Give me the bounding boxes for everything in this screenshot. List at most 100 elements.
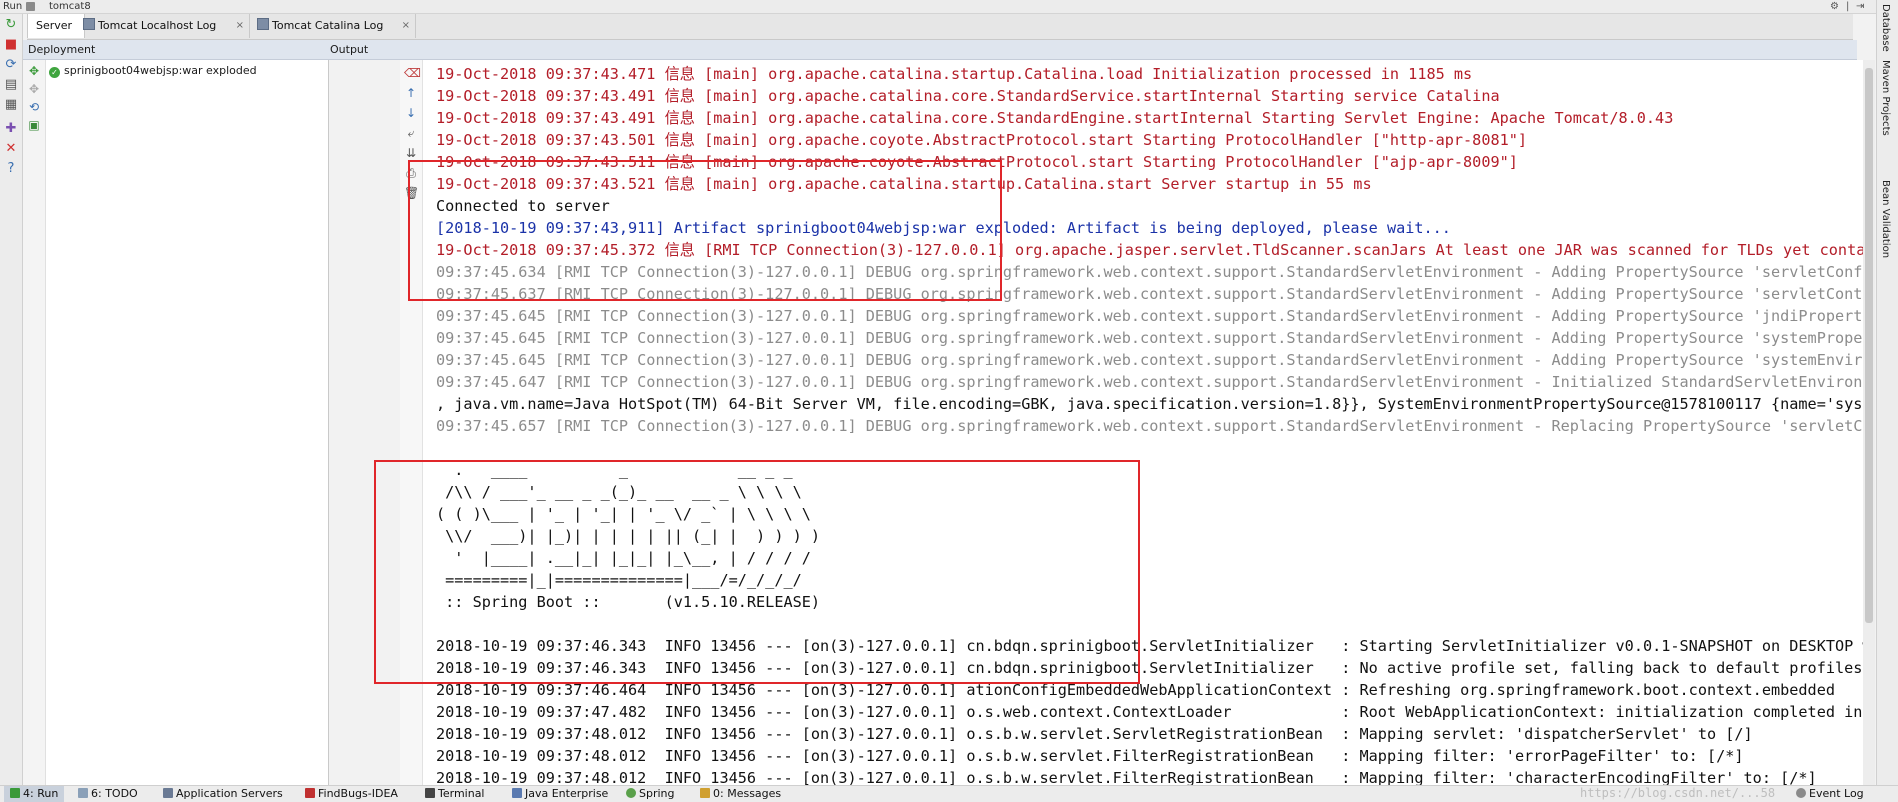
scroll-to-end-icon[interactable]: ⇊ xyxy=(404,146,418,160)
deployment-toolbar: ✥ ✥ ⟲ ▣ xyxy=(23,60,46,785)
tool-spring[interactable]: Spring xyxy=(626,786,675,802)
soft-wrap-icon[interactable]: ⤶ xyxy=(404,126,418,140)
tool-label: 0: Messages xyxy=(713,787,782,800)
tool-label: Application Servers xyxy=(176,787,283,800)
help-icon[interactable]: ? xyxy=(4,162,18,176)
tool-application-servers[interactable]: Application Servers xyxy=(163,786,283,802)
deployed-artifact[interactable]: ✓ sprinigboot04webjsp:war exploded xyxy=(49,64,257,78)
console-line: 09:37:45.645 [RMI TCP Connection(3)-127.… xyxy=(436,307,1863,325)
tab-label: Tomcat Localhost Log xyxy=(98,19,217,32)
tab-tomcat-catalina-log[interactable]: Tomcat Catalina Log × xyxy=(251,14,416,38)
bug-icon xyxy=(305,788,315,798)
watermark-text: https://blog.csdn.net/...58 xyxy=(1580,786,1776,800)
tool-terminal[interactable]: Terminal xyxy=(425,786,485,802)
separator: | xyxy=(1846,1,1850,12)
update-icon[interactable]: ⟳ xyxy=(4,58,18,72)
maven-projects-tool-button[interactable]: Maven Projects xyxy=(1880,60,1891,136)
console-line: . ____ _ __ _ _ xyxy=(436,461,793,479)
console-line: =========|_|==============|___/=/_/_/_/ xyxy=(436,571,802,589)
console-line: 19-Oct-2018 09:37:43.511 信息 [main] org.a… xyxy=(436,153,1518,171)
event-log-icon xyxy=(1796,788,1806,798)
tool-label: Java Enterprise xyxy=(525,787,609,800)
layout-icon[interactable]: ▤ xyxy=(4,78,18,92)
tab-label: Tomcat Catalina Log xyxy=(272,19,384,32)
tool-label: Spring xyxy=(639,787,675,800)
console-line: 2018-10-19 09:37:48.012 INFO 13456 --- [… xyxy=(436,747,1744,765)
bean-validation-tool-button[interactable]: Bean Validation xyxy=(1880,180,1891,258)
console-line: 19-Oct-2018 09:37:43.501 信息 [main] org.a… xyxy=(436,131,1528,149)
console-line: :: Spring Boot :: (v1.5.10.RELEASE) xyxy=(436,593,821,611)
tool-label: Terminal xyxy=(438,787,485,800)
tool-event-log[interactable]: Event Log xyxy=(1796,786,1864,802)
run-config-name: tomcat8 xyxy=(49,1,91,12)
console-line: 2018-10-19 09:37:46.464 INFO 13456 --- [… xyxy=(436,681,1835,699)
title-bar: Run tomcat8 ⚙ | ⇥ xyxy=(0,0,1898,14)
run-toolbar: ↻ ■ ⟳ ▤ ▦ ✚ ✕ ? xyxy=(0,14,23,785)
scrollbar-thumb[interactable] xyxy=(1865,68,1873,623)
arrow-down-icon[interactable]: ↓ xyxy=(404,106,418,120)
console-line: 19-Oct-2018 09:37:43.471 信息 [main] org.a… xyxy=(436,65,1473,83)
console-line: 09:37:45.647 [RMI TCP Connection(3)-127.… xyxy=(436,373,1863,391)
panel-icon[interactable]: ▦ xyxy=(4,98,18,112)
artifact-name: sprinigboot04webjsp:war exploded xyxy=(64,64,257,77)
console-line: [2018-10-19 09:37:43,911] Artifact sprin… xyxy=(436,219,1451,237)
run-tab-row: Server Tomcat Localhost Log × Tomcat Cat… xyxy=(27,14,1853,40)
tab-tomcat-localhost-log[interactable]: Tomcat Localhost Log × xyxy=(77,14,250,38)
console-line: , java.vm.name=Java HotSpot(TM) 64-Bit S… xyxy=(436,395,1863,413)
console-scrollbar[interactable] xyxy=(1863,60,1875,785)
tab-server-label: Server xyxy=(36,19,73,32)
console-line: 2018-10-19 09:37:48.012 INFO 13456 --- [… xyxy=(436,769,1817,785)
arrow-up-icon[interactable]: ↑ xyxy=(404,86,418,100)
pin-icon[interactable]: ✚ xyxy=(4,122,18,136)
output-header: Output xyxy=(326,40,1857,60)
console-line: ( ( )\___ | '_ | '_| | '_ \/ _` | \ \ \ … xyxy=(436,505,811,523)
tool-run-label: 4: Run xyxy=(23,787,59,800)
right-tool-strip: Database Maven Projects Bean Validation xyxy=(1876,0,1898,785)
artifact-icon[interactable]: ▣ xyxy=(27,118,41,132)
console-line: 19-Oct-2018 09:37:45.372 信息 [RMI TCP Con… xyxy=(436,241,1863,259)
deployment-header: Deployment xyxy=(23,40,329,60)
tool-todo[interactable]: 6: TODO xyxy=(78,786,138,802)
tool-java-enterprise[interactable]: Java Enterprise xyxy=(512,786,608,802)
console-output[interactable]: 19-Oct-2018 09:37:43.471 信息 [main] org.a… xyxy=(423,60,1863,785)
output-toolbar: ⌫ ↑ ↓ ⤶ ⇊ ⎙ 🗑 xyxy=(400,60,423,785)
hide-window-icon[interactable]: ⇥ xyxy=(1856,0,1864,13)
console-line: ' |____| .__|_| |_|_| |_\__, | / / / / xyxy=(436,549,811,567)
tool-label: Event Log xyxy=(1809,787,1864,800)
console-line: 19-Oct-2018 09:37:43.521 信息 [main] org.a… xyxy=(436,175,1372,193)
trash-icon[interactable]: 🗑 xyxy=(404,186,419,200)
close-icon[interactable]: ✕ xyxy=(4,142,18,156)
spring-icon xyxy=(626,788,636,798)
refresh-icon[interactable]: ⟲ xyxy=(27,100,41,114)
console-line: 09:37:45.634 [RMI TCP Connection(3)-127.… xyxy=(436,263,1863,281)
undeploy-icon[interactable]: ✥ xyxy=(27,82,41,96)
clear-icon[interactable]: ⌫ xyxy=(404,66,421,80)
console-line: 2018-10-19 09:37:46.343 INFO 13456 --- [… xyxy=(436,637,1863,655)
tool-label: FindBugs-IDEA xyxy=(318,787,398,800)
console-line: 2018-10-19 09:37:47.482 INFO 13456 --- [… xyxy=(436,703,1863,721)
rerun-icon[interactable]: ↻ xyxy=(4,18,18,32)
close-icon[interactable]: × xyxy=(236,14,244,38)
console-line: Connected to server xyxy=(436,197,610,215)
tool-todo-label: 6: TODO xyxy=(91,787,138,800)
run-window-label: Run xyxy=(3,1,23,12)
gear-icon[interactable]: ⚙ xyxy=(1830,0,1839,13)
messages-icon xyxy=(700,788,710,798)
console-line: 09:37:45.657 [RMI TCP Connection(3)-127.… xyxy=(436,417,1863,435)
print-icon[interactable]: ⎙ xyxy=(404,166,418,180)
log-tab-icon xyxy=(257,18,269,30)
deploy-all-icon[interactable]: ✥ xyxy=(27,64,41,78)
tool-messages[interactable]: 0: Messages xyxy=(700,786,781,802)
tool-findbugs[interactable]: FindBugs-IDEA xyxy=(305,786,398,802)
console-line: 09:37:45.637 [RMI TCP Connection(3)-127.… xyxy=(436,285,1863,303)
tool-run[interactable]: 4: Run xyxy=(4,786,65,802)
terminal-icon xyxy=(425,788,435,798)
close-icon[interactable]: × xyxy=(402,14,410,38)
check-icon: ✓ xyxy=(49,67,60,78)
deployment-panel: ✥ ✥ ⟲ ▣ ✓ sprinigboot04webjsp:war explode… xyxy=(23,60,329,785)
database-tool-button[interactable]: Database xyxy=(1880,4,1891,52)
console-line: 09:37:45.645 [RMI TCP Connection(3)-127.… xyxy=(436,329,1863,347)
stop-icon[interactable]: ■ xyxy=(4,38,18,52)
